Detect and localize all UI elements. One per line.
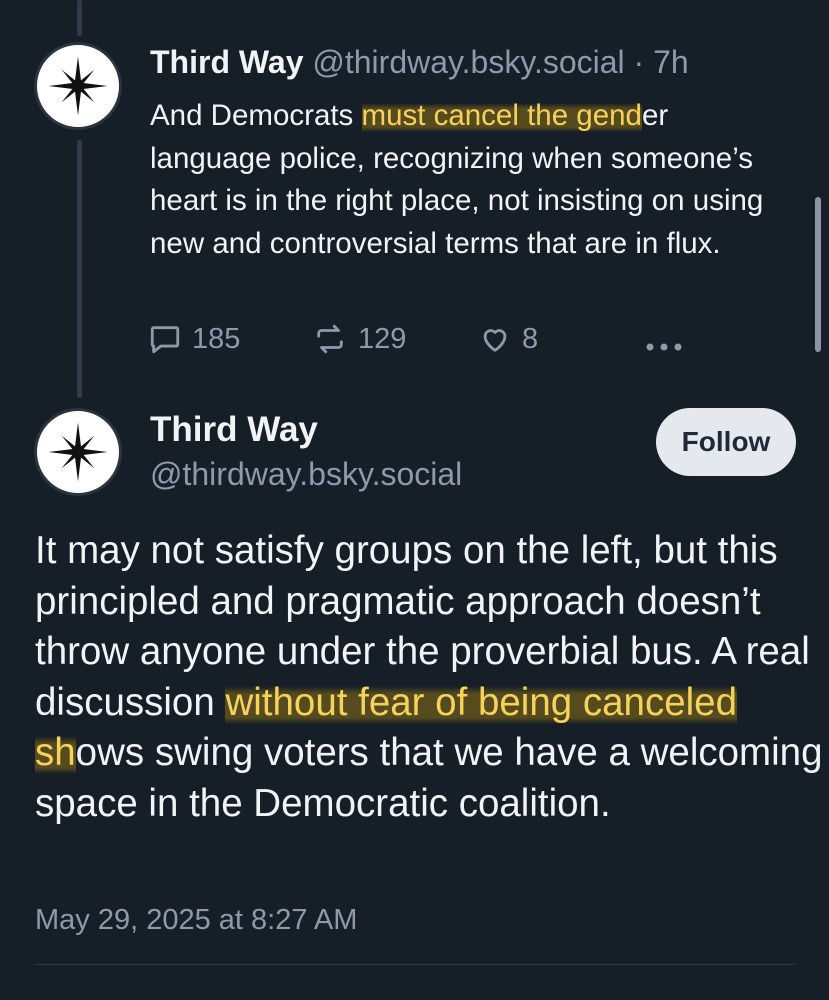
like-button[interactable]: 8	[478, 322, 538, 356]
author-name[interactable]: Third Way	[150, 44, 303, 80]
reply-count: 185	[192, 322, 241, 355]
main-post-text: It may not satisfy groups on the left, b…	[35, 526, 825, 829]
reply-text-highlight: must cancel the gend	[361, 99, 642, 132]
follow-button[interactable]: Follow	[656, 408, 796, 476]
repost-count: 129	[358, 322, 407, 355]
comment-icon	[150, 326, 180, 354]
reply-author-line: Third Way @thirdway.bsky.social · 7h	[150, 44, 689, 81]
avatar[interactable]	[34, 408, 122, 496]
post-timestamp[interactable]: May 29, 2025 at 8:27 AM	[35, 904, 357, 937]
compass-star-icon	[48, 56, 108, 116]
author-handle[interactable]: @thirdway.bsky.social	[150, 456, 462, 493]
divider	[35, 964, 795, 965]
reply-actions-bar: 185 129 8	[148, 322, 688, 362]
repost-icon	[317, 324, 343, 354]
like-count: 8	[522, 322, 539, 355]
more-options-button[interactable]	[644, 330, 684, 363]
more-icon	[646, 343, 682, 351]
scrollbar[interactable]	[815, 197, 821, 352]
main-text-after: ows swing voters that we have a welcomin…	[35, 731, 823, 825]
reply-button[interactable]: 185	[148, 322, 240, 356]
thread-line-bottom	[77, 140, 82, 398]
reply-text-before: And Democrats	[150, 99, 362, 132]
post-time[interactable]: 7h	[653, 44, 689, 80]
author-handle[interactable]: @thirdway.bsky.social	[312, 44, 624, 80]
time-separator: ·	[624, 44, 654, 80]
thread-line-top	[77, 0, 82, 36]
heart-icon	[483, 329, 507, 352]
repost-button[interactable]: 129	[312, 322, 406, 356]
reply-post-text: And Democrats must cancel the gender lan…	[150, 95, 790, 265]
compass-star-icon	[48, 422, 108, 482]
avatar[interactable]	[34, 42, 122, 130]
author-name[interactable]: Third Way	[150, 410, 318, 450]
